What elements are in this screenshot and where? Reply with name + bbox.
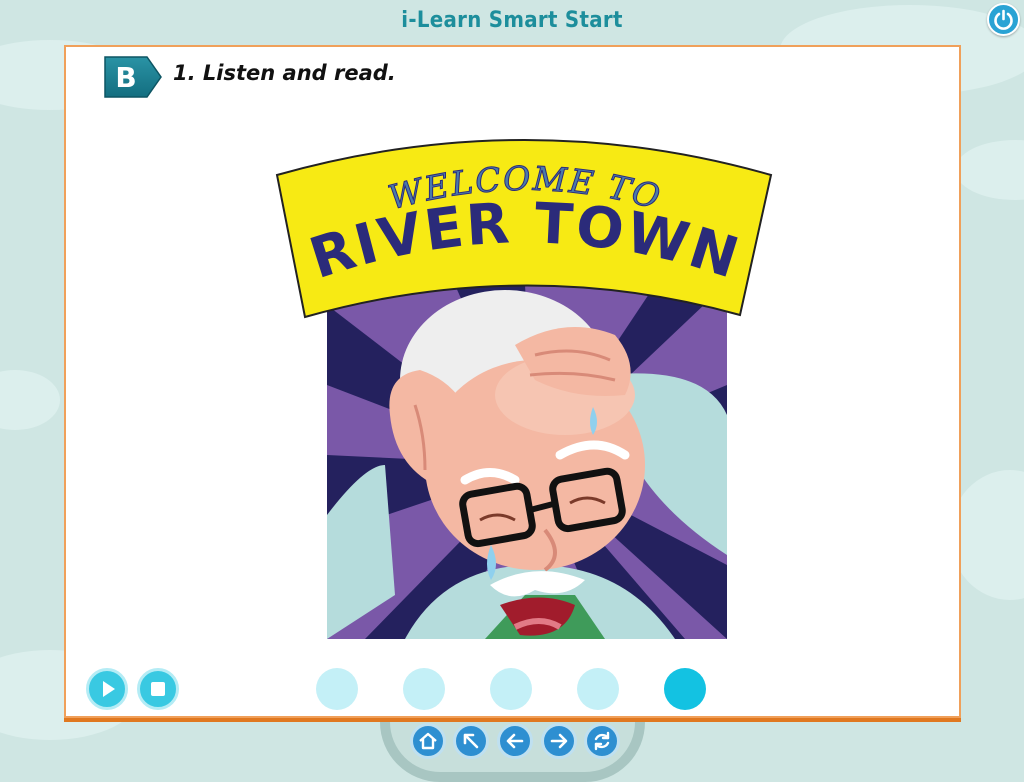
home-button[interactable] <box>410 723 446 759</box>
instruction-text: 1. Listen and read. <box>173 61 396 85</box>
next-icon <box>550 733 568 749</box>
previous-button[interactable] <box>497 723 533 759</box>
back-to-menu-button[interactable] <box>453 723 489 759</box>
page-dot[interactable] <box>403 668 445 710</box>
home-icon <box>419 732 437 750</box>
refresh-icon <box>594 731 610 751</box>
refresh-button[interactable] <box>584 723 620 759</box>
power-icon <box>994 9 1013 30</box>
play-icon <box>103 681 115 697</box>
app-title: i-Learn Smart Start <box>401 8 623 33</box>
back-arrow-icon <box>463 733 479 749</box>
background-cloud <box>950 470 1024 600</box>
play-button[interactable] <box>86 668 128 710</box>
page-dot[interactable] <box>577 668 619 710</box>
power-button[interactable] <box>987 3 1020 36</box>
stop-icon <box>151 682 165 696</box>
previous-icon <box>506 733 524 749</box>
river-town-illustration: WELCOME TO RIVER TOWN <box>275 139 773 639</box>
section-badge: B <box>104 56 162 98</box>
content-panel: B 1. Listen and read. WELCOME TO RIVER T… <box>64 45 961 718</box>
page-dot-active[interactable] <box>664 668 706 710</box>
background-cloud <box>0 370 60 430</box>
stop-button[interactable] <box>137 668 179 710</box>
page-dot[interactable] <box>316 668 358 710</box>
page-dot[interactable] <box>490 668 532 710</box>
section-badge-letter: B <box>115 61 136 94</box>
background-cloud <box>955 140 1024 200</box>
next-button[interactable] <box>541 723 577 759</box>
